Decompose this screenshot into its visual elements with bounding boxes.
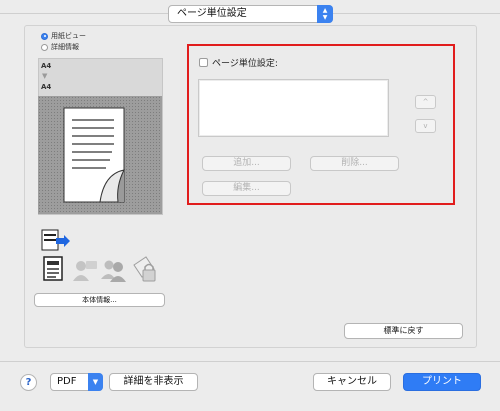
document-icon bbox=[43, 256, 63, 281]
radio-paper-view[interactable]: 用紙ビュー bbox=[41, 31, 86, 41]
help-icon: ? bbox=[25, 377, 32, 388]
hide-details-button-label: 詳細を非表示 bbox=[123, 376, 184, 387]
bottom-separator bbox=[0, 361, 500, 362]
page-setting-checkbox-label: ページ単位設定: bbox=[212, 59, 278, 69]
arrow-down-icon: ▼ bbox=[42, 72, 48, 80]
help-button[interactable]: ? bbox=[20, 374, 37, 391]
security-icon bbox=[133, 256, 156, 282]
users-icon bbox=[101, 260, 126, 282]
chevron-down-icon: v bbox=[423, 122, 428, 130]
paper-curl-preview-icon bbox=[63, 107, 125, 203]
pdf-menu-button[interactable]: PDF ▼ bbox=[50, 373, 103, 391]
print-button[interactable]: プリント bbox=[403, 373, 481, 391]
user-settings-icon bbox=[73, 261, 97, 281]
radio-paper-view-label: 用紙ビュー bbox=[51, 32, 86, 40]
radio-details-label: 詳細情報 bbox=[51, 43, 79, 51]
paper-output-size: A4 bbox=[41, 83, 52, 91]
page-flow-icon bbox=[41, 229, 70, 251]
paper-source-size: A4 bbox=[41, 62, 52, 70]
cancel-button-label: キャンセル bbox=[327, 376, 377, 387]
cancel-button[interactable]: キャンセル bbox=[313, 373, 391, 391]
chevron-up-icon: ^ bbox=[422, 98, 429, 106]
radio-selected-icon bbox=[41, 32, 48, 40]
print-button-label: プリント bbox=[422, 376, 462, 387]
delete-button-label: 削除... bbox=[341, 158, 368, 168]
reset-defaults-button[interactable]: 標準に戻す bbox=[344, 323, 463, 339]
pdf-menu-label: PDF bbox=[57, 376, 77, 387]
add-button-label: 追加... bbox=[233, 158, 260, 168]
section-popup[interactable]: ページ単位設定 ▲ ▼ bbox=[168, 5, 333, 23]
radio-details[interactable]: 詳細情報 bbox=[41, 42, 79, 52]
machine-info-button[interactable]: 本体情報... bbox=[34, 293, 165, 307]
edit-button[interactable]: 編集... bbox=[202, 181, 291, 196]
chevron-updown-icon: ▲ ▼ bbox=[317, 5, 333, 23]
move-down-button[interactable]: v bbox=[415, 119, 436, 133]
delete-button[interactable]: 削除... bbox=[310, 156, 399, 171]
hide-details-button[interactable]: 詳細を非表示 bbox=[109, 373, 198, 391]
section-popup-label: ページ単位設定 bbox=[177, 8, 247, 19]
machine-info-button-label: 本体情報... bbox=[82, 296, 117, 304]
chevron-down-icon: ▼ bbox=[88, 373, 103, 391]
add-button[interactable]: 追加... bbox=[202, 156, 291, 171]
reset-defaults-button-label: 標準に戻す bbox=[383, 326, 424, 335]
page-setting-checkbox[interactable] bbox=[199, 58, 208, 67]
edit-button-label: 編集... bbox=[233, 183, 260, 193]
radio-unselected-icon bbox=[41, 43, 48, 51]
page-setting-list[interactable] bbox=[198, 79, 389, 137]
move-up-button[interactable]: ^ bbox=[415, 95, 436, 109]
